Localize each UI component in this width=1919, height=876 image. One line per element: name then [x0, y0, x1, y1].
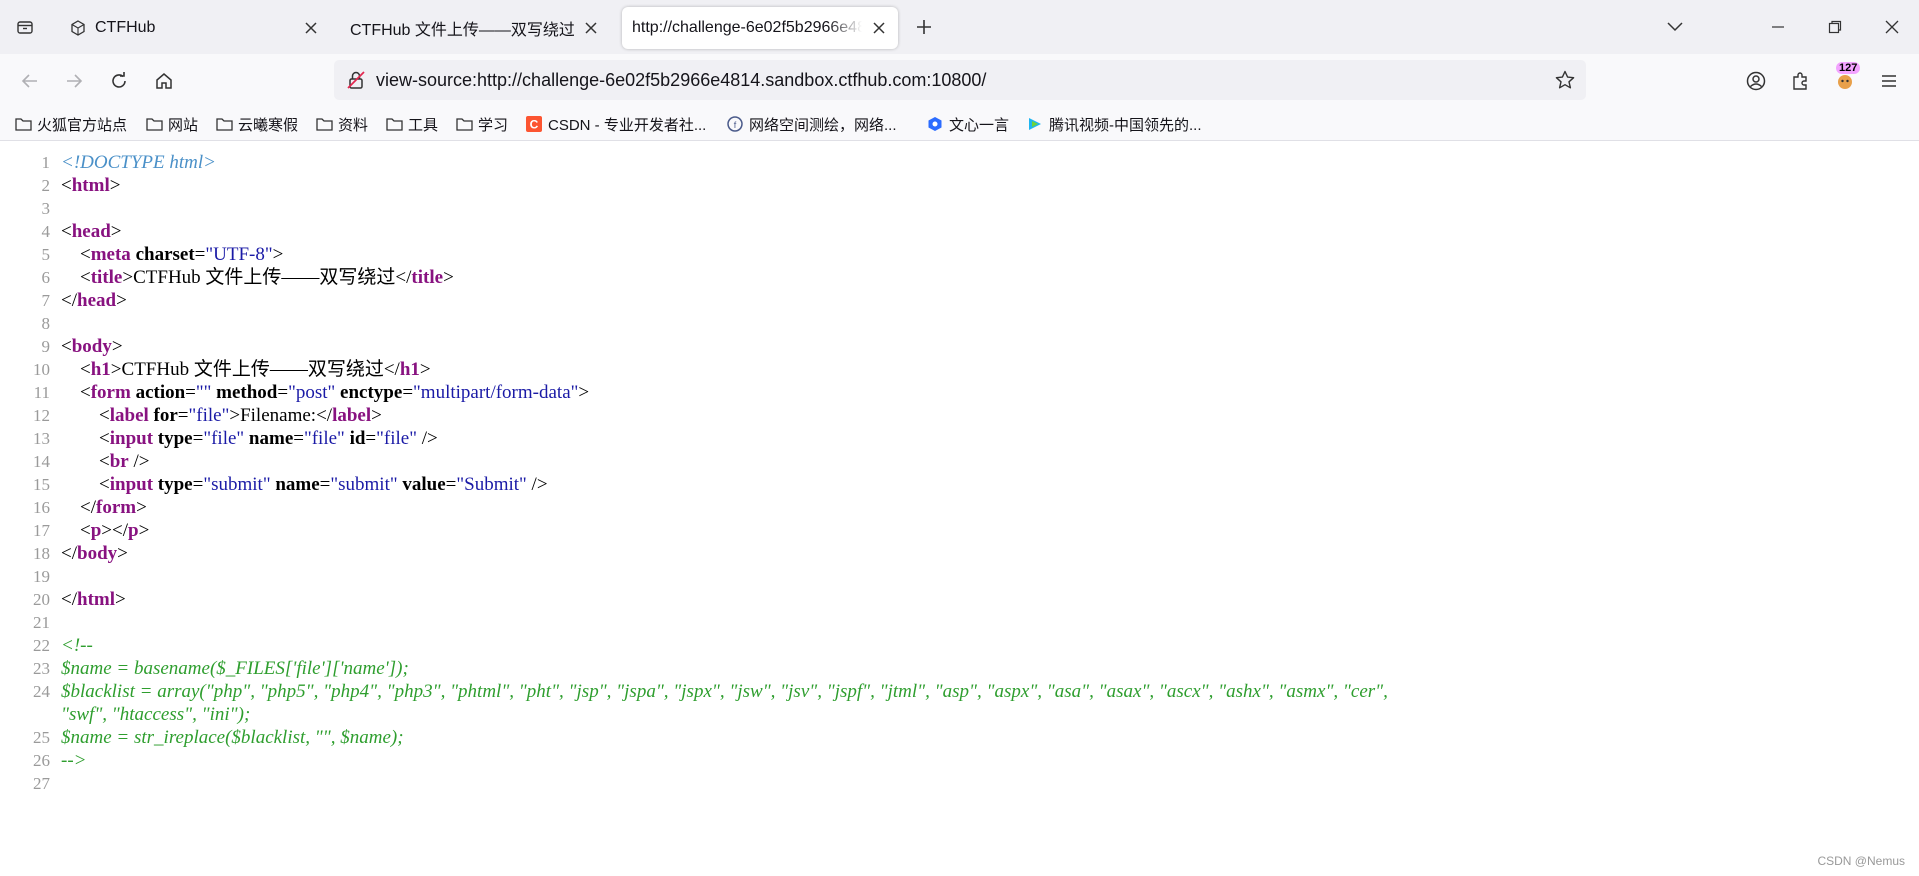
bookmark-folder-firefox[interactable]: 火狐官方站点	[14, 113, 127, 135]
bookmark-label: 工具	[408, 116, 439, 134]
folder-icon	[145, 116, 163, 132]
url-bar[interactable]: view-source:http://challenge-6e02f5b2966…	[334, 60, 1586, 100]
extensions-button[interactable]	[1784, 65, 1816, 97]
folder-icon	[315, 116, 333, 132]
bookmark-label: 资料	[338, 116, 369, 134]
plus-icon	[917, 20, 931, 34]
bookmarks-bar: 火狐官方站点 网站 云曦寒假 资料 工具 学习 C CSDN - 专业开发者社.…	[0, 108, 1919, 141]
ctfhub-cube-icon	[70, 20, 86, 36]
tencent-video-icon	[1026, 116, 1044, 132]
tab-title: CTFHub	[95, 19, 156, 36]
back-arrow-icon	[21, 74, 37, 88]
extension-badge: 127	[1836, 62, 1861, 74]
folder-icon	[385, 116, 403, 132]
bookmark-label: 网络空间测绘，网络...	[749, 116, 897, 134]
fox-extension-icon	[1838, 75, 1852, 89]
reload-button[interactable]	[103, 65, 135, 97]
wenxin-icon	[926, 116, 944, 132]
insecure-lock-icon[interactable]	[346, 70, 366, 95]
menu-button[interactable]	[1873, 65, 1905, 97]
puzzle-icon	[1793, 72, 1807, 90]
forward-button[interactable]	[58, 65, 90, 97]
minimize-icon	[1772, 26, 1784, 28]
tab-list-button[interactable]	[10, 12, 40, 42]
minimize-button[interactable]	[1751, 0, 1805, 54]
bookmark-folder-yunxi[interactable]: 云曦寒假	[215, 113, 298, 135]
tab-view-source[interactable]: http://challenge-6e02f5b2966e4814	[622, 7, 898, 49]
url-text[interactable]: view-source:http://challenge-6e02f5b2966…	[376, 70, 986, 91]
bookmark-star-icon[interactable]	[1555, 70, 1575, 95]
bookmark-label: 学习	[478, 116, 509, 134]
home-icon	[156, 73, 172, 89]
csdn-icon: C	[525, 116, 543, 132]
forward-arrow-icon	[67, 74, 83, 88]
restore-icon	[1828, 20, 1842, 34]
tab-list-icon	[17, 21, 33, 34]
bookmark-label: 网站	[168, 116, 199, 134]
bookmark-tencent-video[interactable]: 腾讯视频-中国领先的...	[1026, 113, 1202, 135]
reload-icon	[112, 72, 126, 88]
tab-title: http://challenge-6e02f5b2966e4814	[632, 19, 862, 36]
svg-text:f: f	[734, 120, 737, 130]
view-source-content: 1 <!DOCTYPE html> 2 <html> 3 4 <head> 5 <me…	[0, 141, 1919, 876]
folder-icon	[455, 116, 473, 132]
folder-icon	[215, 116, 233, 132]
bookmark-label: CSDN - 专业开发者社...	[548, 116, 707, 134]
close-tab-icon[interactable]	[868, 17, 890, 39]
list-all-tabs-button[interactable]	[1648, 0, 1702, 54]
tab-ctfhub[interactable]: CTFHub	[56, 7, 330, 49]
bookmark-label: 腾讯视频-中国领先的...	[1049, 116, 1202, 134]
account-icon	[1746, 71, 1766, 91]
watermark: CSDN @Nemus	[1817, 854, 1905, 868]
account-button[interactable]	[1740, 65, 1772, 97]
close-window-button[interactable]	[1865, 0, 1919, 54]
tab-ctfhub-upload[interactable]: CTFHub 文件上传——双写绕过	[336, 7, 610, 49]
close-icon	[1885, 20, 1899, 34]
close-tab-icon[interactable]	[580, 17, 602, 39]
restore-button[interactable]	[1808, 0, 1862, 54]
svg-text:C: C	[530, 118, 539, 132]
bookmark-label: 文心一言	[949, 116, 1010, 134]
bookmark-folder-materials[interactable]: 资料	[315, 113, 368, 135]
hamburger-menu-icon	[1882, 75, 1896, 87]
bookmark-folder-tools[interactable]: 工具	[385, 113, 438, 135]
bookmark-csdn[interactable]: C CSDN - 专业开发者社...	[525, 113, 706, 135]
bookmark-folder-sites[interactable]: 网站	[145, 113, 198, 135]
new-tab-button[interactable]	[909, 12, 939, 42]
home-button[interactable]	[148, 65, 180, 97]
tab-title: CTFHub 文件上传——双写绕过	[350, 22, 574, 39]
bookmark-wenxin[interactable]: 文心一言	[926, 113, 1009, 135]
fofa-icon: f	[726, 116, 744, 132]
bookmark-label: 云曦寒假	[238, 116, 299, 134]
folder-icon	[14, 116, 32, 132]
chevron-down-icon	[1667, 22, 1683, 32]
bookmark-fofa[interactable]: f 网络空间测绘，网络...	[726, 113, 897, 135]
bookmark-folder-study[interactable]: 学习	[455, 113, 508, 135]
back-button[interactable]	[14, 65, 46, 97]
bookmark-label: 火狐官方站点	[37, 116, 128, 134]
tab-bar: CTFHub CTFHub 文件上传——双写绕过 http://challeng…	[0, 0, 1919, 54]
close-tab-icon[interactable]	[300, 17, 322, 39]
